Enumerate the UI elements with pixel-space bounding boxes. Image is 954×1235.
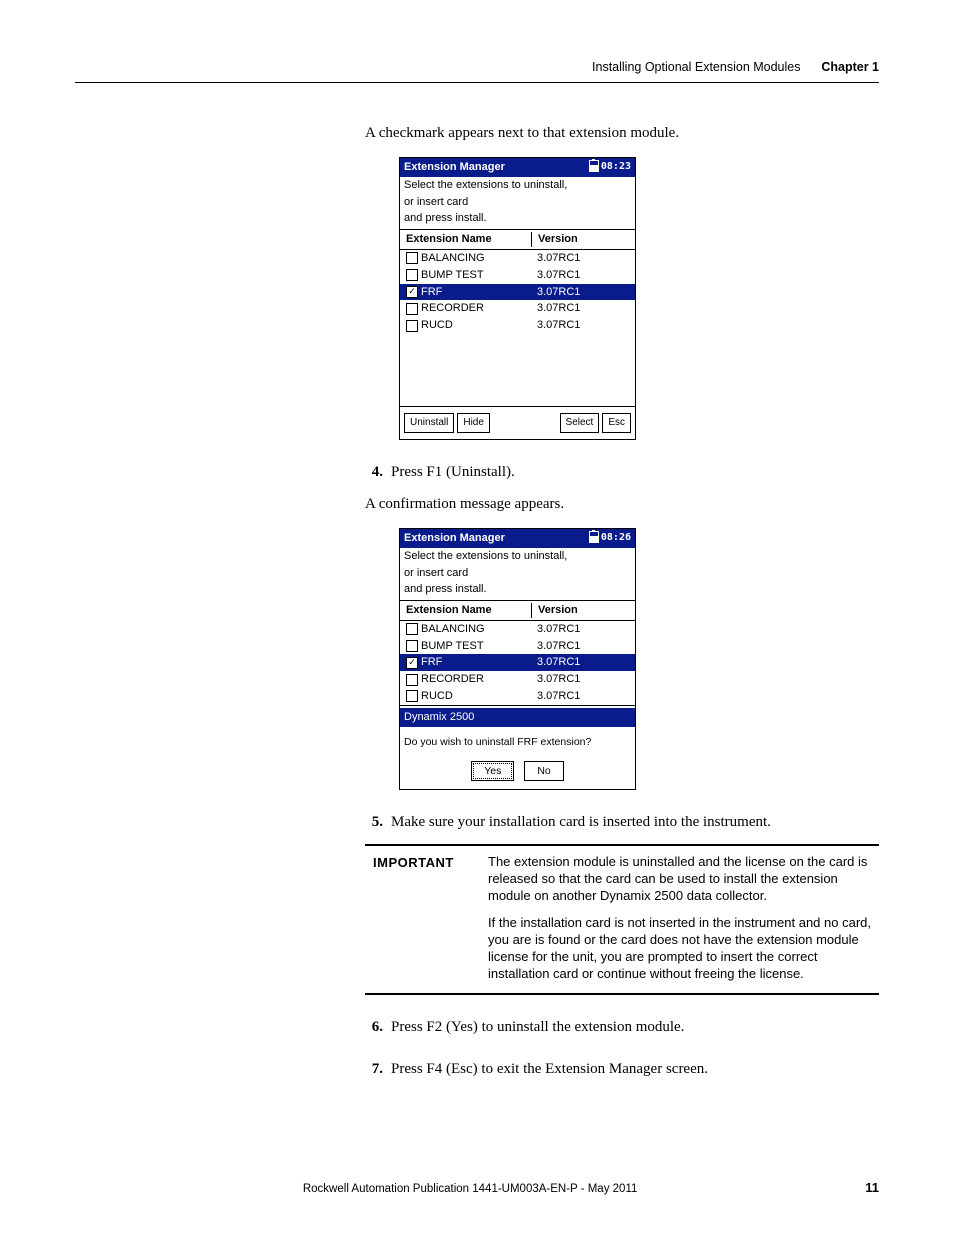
page-header: Installing Optional Extension Modules Ch… [75,60,879,83]
extension-row[interactable]: RUCD 3.07RC1 [400,688,635,706]
extension-row[interactable]: RUCD 3.07RC1 [400,317,635,334]
extension-version: 3.07RC1 [531,672,635,687]
step5-num: 5. [365,812,391,832]
device1-time: 08:23 [589,160,631,175]
device2-col1: Extension Name [400,603,532,618]
header-chapter: Chapter 1 [821,60,879,74]
device2-title: Extension Manager [404,531,505,546]
device2-dialog-msg: Do you wish to uninstall FRF extension? [400,727,635,755]
important-label: IMPORTANT [365,846,484,992]
device-screenshot-1: Extension Manager 08:23 Select the exten… [399,157,636,439]
extension-name: FRF [421,285,442,300]
device1-msg1: Select the extensions to uninstall, [400,177,635,194]
extension-row[interactable]: BUMP TEST 3.07RC1 [400,267,635,284]
header-section: Installing Optional Extension Modules [592,60,800,74]
step4-after: A confirmation message appears. [365,494,879,514]
important-p1: The extension module is uninstalled and … [488,854,871,905]
checkbox-icon[interactable] [406,252,418,264]
extension-name: BUMP TEST [421,268,484,283]
extension-version: 3.07RC1 [531,639,635,654]
extension-name: RECORDER [421,301,484,316]
device1-btn-uninstall[interactable]: Uninstall [404,413,454,433]
extension-row[interactable]: ✓FRF 3.07RC1 [400,654,635,671]
extension-name: FRF [421,655,442,670]
checkbox-icon[interactable] [406,623,418,635]
important-p2: If the installation card is not inserted… [488,915,871,983]
device1-col2: Version [532,232,635,247]
device2-col2: Version [532,603,635,618]
device2-msg2: or insert card [400,565,635,582]
step7-text: Press F4 (Esc) to exit the Extension Man… [391,1059,879,1079]
extension-name: BALANCING [421,622,485,637]
device2-dialog-yes[interactable]: Yes [471,761,514,781]
extension-row[interactable]: ✓FRF 3.07RC1 [400,284,635,301]
page-footer: Rockwell Automation Publication 1441-UM0… [75,1180,879,1195]
checkbox-icon[interactable] [406,674,418,686]
extension-name: RECORDER [421,672,484,687]
extension-name: BUMP TEST [421,639,484,654]
checkbox-icon[interactable] [406,690,418,702]
device2-dialog-title: Dynamix 2500 [400,708,635,727]
extension-row[interactable]: RECORDER 3.07RC1 [400,671,635,688]
important-callout: IMPORTANT The extension module is uninst… [365,844,879,994]
checkbox-icon[interactable] [406,303,418,315]
step4-num: 4. [365,462,391,482]
checkbox-icon[interactable] [406,640,418,652]
device1-btn-select[interactable]: Select [560,413,600,433]
extension-version: 3.07RC1 [531,655,635,670]
extension-version: 3.07RC1 [531,622,635,637]
step5-text: Make sure your installation card is inse… [391,812,879,832]
step4-text: Press F1 (Uninstall). [391,462,879,482]
extension-version: 3.07RC1 [531,689,635,704]
extension-version: 3.07RC1 [531,268,635,283]
extension-version: 3.07RC1 [531,301,635,316]
extension-version: 3.07RC1 [531,318,635,333]
checkbox-icon[interactable]: ✓ [406,286,418,298]
extension-row[interactable]: BALANCING 3.07RC1 [400,250,635,267]
step6-num: 6. [365,1017,391,1037]
extension-name: BALANCING [421,251,485,266]
footer-page: 11 [865,1180,879,1195]
device1-col1: Extension Name [400,232,532,247]
extension-row[interactable]: RECORDER 3.07RC1 [400,300,635,317]
device2-time: 08:26 [589,531,631,546]
extension-version: 3.07RC1 [531,285,635,300]
device1-btn-esc[interactable]: Esc [602,413,631,433]
footer-pub: Rockwell Automation Publication 1441-UM0… [75,1183,865,1195]
extension-row[interactable]: BALANCING 3.07RC1 [400,621,635,638]
intro-text: A checkmark appears next to that extensi… [365,123,879,143]
checkbox-icon[interactable] [406,320,418,332]
device1-btn-hide[interactable]: Hide [457,413,490,433]
device2-dialog-no[interactable]: No [524,761,563,781]
device-screenshot-2: Extension Manager 08:26 Select the exten… [399,528,636,790]
extension-row[interactable]: BUMP TEST 3.07RC1 [400,638,635,655]
device1-msg2: or insert card [400,194,635,211]
battery-icon [589,531,599,543]
checkbox-icon[interactable]: ✓ [406,657,418,669]
extension-name: RUCD [421,318,453,333]
device1-msg3: and press install. [400,210,635,227]
step6-text: Press F2 (Yes) to uninstall the extensio… [391,1017,879,1037]
device2-msg1: Select the extensions to uninstall, [400,548,635,565]
extension-version: 3.07RC1 [531,251,635,266]
battery-icon [589,160,599,172]
device2-msg3: and press install. [400,581,635,598]
device1-title: Extension Manager [404,160,505,175]
checkbox-icon[interactable] [406,269,418,281]
extension-name: RUCD [421,689,453,704]
step7-num: 7. [365,1059,391,1079]
